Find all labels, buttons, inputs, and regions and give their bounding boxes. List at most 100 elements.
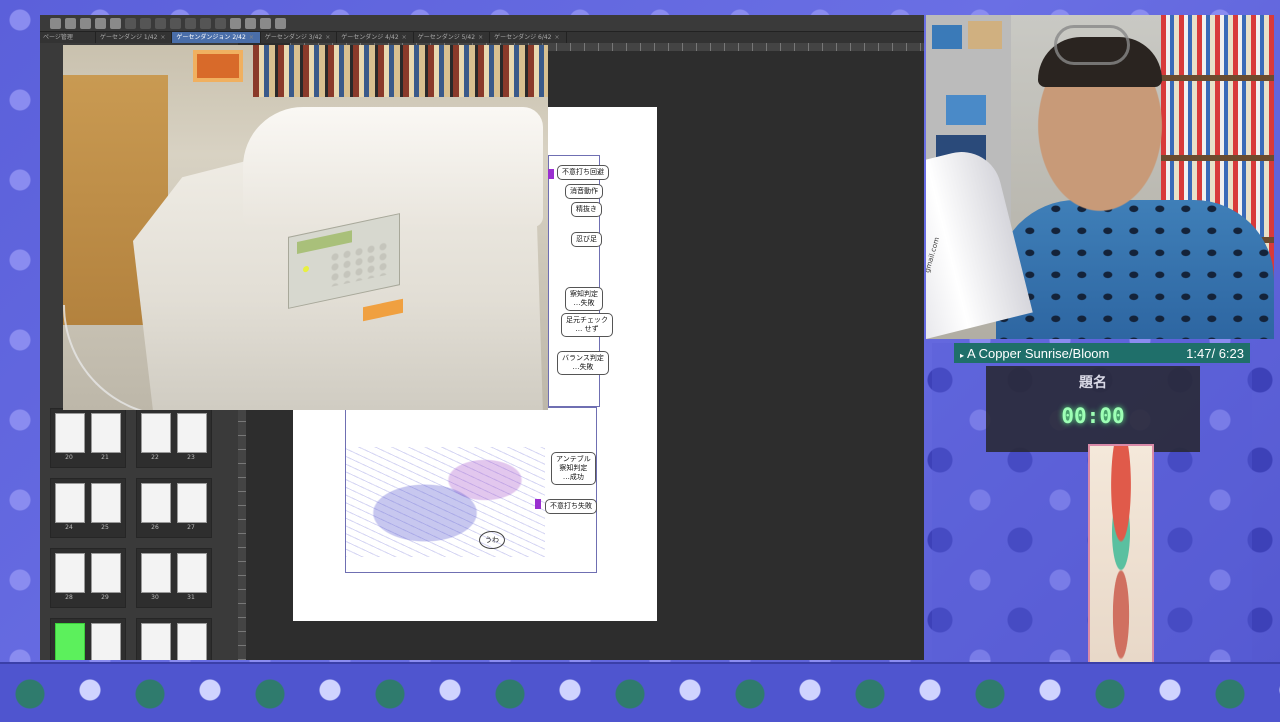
page-number: 21 xyxy=(101,454,109,461)
page-spread[interactable] xyxy=(136,618,212,660)
close-icon[interactable]: × xyxy=(249,34,254,41)
doc-tab-6[interactable]: ゲーセンダンジ 6/42 × xyxy=(490,32,567,43)
page-thumbnail[interactable] xyxy=(91,553,121,593)
bottom-pattern-strip xyxy=(0,662,1280,722)
doc-tab-5[interactable]: ゲーセンダンジ 5/42 × xyxy=(414,32,491,43)
page-number: 23 xyxy=(187,454,195,461)
bookshelf xyxy=(253,45,548,97)
page-number: 26 xyxy=(151,524,159,531)
close-icon[interactable]: × xyxy=(402,34,407,41)
page-thumbnail[interactable] xyxy=(141,413,171,453)
page-row: 20 21 22 23 xyxy=(50,408,226,472)
page-thumbnail[interactable] xyxy=(55,553,85,593)
transform-icon[interactable] xyxy=(200,17,211,29)
document-tabs: ページ管理 ゲーセンダンジ 1/42 × ゲーセンダンジョン 2/42 × ゲーセン… xyxy=(40,32,924,43)
marker xyxy=(548,169,554,179)
speech-balloon: 精抜き xyxy=(571,202,602,217)
page-number: 27 xyxy=(187,524,195,531)
close-icon[interactable]: × xyxy=(160,34,165,41)
deselect-icon[interactable] xyxy=(215,17,226,29)
page-row: 24 25 26 27 xyxy=(50,478,226,542)
page-thumbnail[interactable] xyxy=(177,483,207,523)
paste-icon[interactable] xyxy=(170,17,181,29)
webcam-feed: gmail.com xyxy=(926,15,1274,339)
speech-balloon: 消音動作 xyxy=(565,184,603,199)
page-thumbnail[interactable] xyxy=(141,483,171,523)
select-all-icon[interactable] xyxy=(230,17,241,29)
speech-balloon: 不意打ち失敗 xyxy=(545,499,597,514)
close-icon[interactable]: × xyxy=(325,34,330,41)
wall-poster xyxy=(193,50,243,82)
speech-balloon: バランス判定 …失敗 xyxy=(557,351,609,375)
page-thumbnail[interactable] xyxy=(177,623,207,660)
panel-sketch xyxy=(345,447,545,557)
sound-effect: うわ xyxy=(479,531,505,549)
shelf-board xyxy=(1161,155,1274,161)
close-icon[interactable]: × xyxy=(478,34,483,41)
page-spread[interactable]: 30 31 xyxy=(136,548,212,608)
now-playing-title-wrap: ▸ A Copper Sunrise/Bloom xyxy=(960,346,1109,361)
copy-icon[interactable] xyxy=(155,17,166,29)
page-number: 25 xyxy=(101,524,109,531)
glasses xyxy=(1054,25,1130,65)
speech-balloon: 不意打ち回避 xyxy=(557,165,609,180)
page-thumbnail[interactable] xyxy=(91,623,121,660)
redo-icon[interactable] xyxy=(125,17,136,29)
print-icon[interactable] xyxy=(95,17,106,29)
page-row xyxy=(50,618,226,660)
page-thumbnail[interactable] xyxy=(141,553,171,593)
brush-icon[interactable] xyxy=(260,17,271,29)
page-number: 30 xyxy=(151,594,159,601)
doc-tab-1[interactable]: ゲーセンダンジ 1/42 × xyxy=(96,32,173,43)
page-thumbnail[interactable] xyxy=(91,483,121,523)
save-icon[interactable] xyxy=(80,17,91,29)
new-file-icon[interactable] xyxy=(50,17,61,29)
page-thumbnail[interactable] xyxy=(55,623,85,660)
printer-led xyxy=(303,265,309,273)
pen-settings-icon[interactable] xyxy=(245,17,256,29)
page-thumbnail[interactable] xyxy=(141,623,171,660)
now-playing-bar: ▸ A Copper Sunrise/Bloom 1:47/ 6:23 xyxy=(954,343,1250,363)
cut-icon[interactable] xyxy=(140,17,151,29)
eyedropper-icon[interactable] xyxy=(275,17,286,29)
timer-title: 題名 xyxy=(1079,375,1107,391)
page-thumbnail[interactable] xyxy=(177,553,207,593)
speech-balloon: 察知判定 …失敗 xyxy=(565,287,603,311)
page-manager-tab[interactable]: ページ管理 xyxy=(40,32,96,43)
page-thumbnail[interactable] xyxy=(177,413,207,453)
page-spread[interactable]: 22 23 xyxy=(136,408,212,468)
timer-widget: 題名 00:00 xyxy=(986,366,1200,452)
track-title: A Copper Sunrise/Bloom xyxy=(967,345,1110,361)
page-number: 29 xyxy=(101,594,109,601)
vertical-ruler xyxy=(238,395,246,660)
page-number: 22 xyxy=(151,454,159,461)
close-icon[interactable]: × xyxy=(555,34,560,41)
page-spread[interactable]: 28 29 xyxy=(50,548,126,608)
open-file-icon[interactable] xyxy=(65,17,76,29)
page-spread[interactable]: 20 21 xyxy=(50,408,126,468)
play-icon: ▸ xyxy=(960,350,965,360)
page-thumbnail[interactable] xyxy=(55,483,85,523)
character-artwork xyxy=(1088,444,1154,664)
page-spread[interactable]: 26 27 xyxy=(136,478,212,538)
page-thumbnail[interactable] xyxy=(91,413,121,453)
undo-icon[interactable] xyxy=(110,17,121,29)
doc-tab-2[interactable]: ゲーセンダンジョン 2/42 × xyxy=(172,32,261,43)
page-number: 20 xyxy=(65,454,73,461)
track-time: 1:47/ 6:23 xyxy=(1186,345,1244,361)
page-number: 24 xyxy=(65,524,73,531)
page-spread[interactable]: 24 25 xyxy=(50,478,126,538)
page-thumbnail[interactable] xyxy=(55,413,85,453)
page-spread[interactable] xyxy=(50,618,126,660)
shelf-board xyxy=(1161,75,1274,81)
page-row: 28 29 30 31 xyxy=(50,548,226,612)
clear-icon[interactable] xyxy=(185,17,196,29)
doc-tab-4[interactable]: ゲーセンダンジ 4/42 × xyxy=(337,32,414,43)
doc-tab-3[interactable]: ゲーセンダンジ 3/42 × xyxy=(261,32,338,43)
printer-top xyxy=(243,107,543,227)
printer-camera-feed xyxy=(63,45,548,410)
printer-buttons xyxy=(329,240,389,288)
command-bar xyxy=(40,15,924,32)
speech-balloon: 足元チェック … せず xyxy=(561,313,613,337)
marker xyxy=(535,499,541,509)
